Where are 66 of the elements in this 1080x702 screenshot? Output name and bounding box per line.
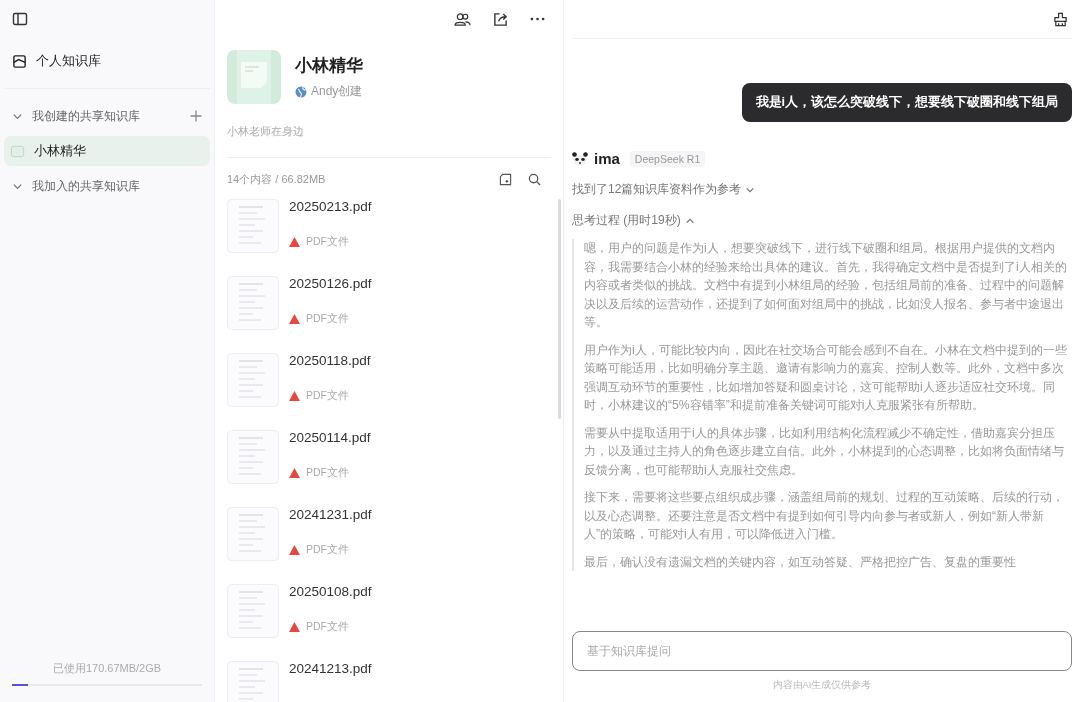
pdf-icon — [289, 237, 300, 247]
file-name: 20241213.pdf — [289, 661, 372, 676]
user-message: 我是i人，该怎么突破线下，想要线下破圈和线下组局 — [741, 83, 1072, 122]
file-type: PDF文件 — [306, 543, 349, 557]
book-icon — [12, 53, 27, 69]
add-file-icon[interactable] — [499, 173, 512, 186]
more-icon[interactable] — [530, 17, 545, 21]
references-toggle[interactable]: 找到了12篇知识库资料作为参考 — [572, 181, 1072, 198]
file-type: PDF文件 — [306, 620, 349, 634]
thinking-toggle[interactable]: 思考过程 (用时19秒) — [572, 212, 1072, 229]
file-name: 20250108.pdf — [289, 584, 372, 599]
members-icon[interactable] — [454, 11, 471, 27]
pdf-icon — [289, 468, 300, 478]
share-icon[interactable] — [493, 11, 508, 27]
knowledge-base-cover-drawing — [227, 50, 281, 104]
creator-label: Andy创建 — [311, 83, 363, 100]
file-type: PDF文件 — [306, 235, 349, 249]
file-item[interactable]: 20250108.pdf PDF文件 — [227, 584, 551, 661]
notebook-icon — [10, 143, 25, 159]
file-type: PDF文件 — [306, 312, 349, 326]
file-item[interactable]: 20241213.pdf — [227, 661, 551, 702]
file-item[interactable]: 20250126.pdf PDF文件 — [227, 276, 551, 353]
thinking-paragraph: 用户作为i人，可能比较内向，因此在社交场合可能会感到不自在。小林在文档中提到的一些策略可能适用，比如明确分享主题、邀请有影响力的嘉宾、控制人数等。此外，文档中多次强调互动环节的重要性，比如增加答疑和圆桌讨论，这可能帮助i人逐步适应社交环境。同时，小林建议的“5%容错率”和提前准备关键词可能对i人克服紧张有所帮助。 — [584, 341, 1068, 414]
storage-usage: 已使用170.67MB/2GB — [51, 661, 163, 676]
pdf-icon — [289, 391, 300, 401]
content-summary: 14个内容 / 66.82MB — [227, 172, 326, 187]
broom-icon[interactable] — [1053, 11, 1068, 27]
thinking-paragraph: 接下来，需要将这些要点组织成步骤，涵盖组局前的规划、过程的互动策略、后续的行动，以及心态调整。还要注意是否文档中有提到如何引导内向参与者或新人，例如“新人带新人”的策略，可能对i人有用，可以降低进入门槛。 — [584, 489, 1065, 543]
knowledge-base-description: 小林老师在身边 — [226, 124, 305, 139]
assistant-name: ima — [594, 150, 620, 167]
add-icon[interactable] — [190, 110, 202, 122]
thinking-paragraph: 需要从中提取适用于i人的具体步骤，比如利用结构化流程减少不确定性，借助嘉宾分担压力，以及通过主持人的角色逐步建立自信。此外，小林提到的心态调整，比如将负面情绪与反馈分离，也可能帮助i人克服社交焦虑。 — [584, 424, 1065, 479]
model-tag: DeepSeek R1 — [629, 150, 706, 167]
panda-logo-icon — [572, 151, 588, 166]
pdf-icon — [289, 545, 300, 555]
document-thumbnail — [227, 430, 279, 484]
thinking-paragraph: 最后，确认没有遗漏文档的关键内容，如互动答疑、严格把控广告、复盘的重要性 — [584, 553, 1017, 571]
globe-icon — [295, 85, 307, 98]
document-thumbnail — [227, 584, 279, 638]
file-name: 20250114.pdf — [289, 430, 371, 445]
file-item[interactable]: 20250213.pdf PDF文件 — [227, 199, 551, 276]
question-input[interactable]: 基于知识库提问 — [572, 631, 1072, 671]
knowledge-base-item[interactable]: 小林精华 — [4, 136, 210, 166]
file-name: 20250213.pdf — [289, 199, 372, 214]
document-thumbnail — [227, 199, 279, 253]
file-item[interactable]: 20250114.pdf PDF文件 — [227, 430, 551, 507]
section-header[interactable]: 我加入的共享知识库 — [4, 167, 210, 205]
document-thumbnail — [227, 276, 279, 330]
sidebar-toggle-icon[interactable] — [12, 11, 28, 27]
file-name: 20241231.pdf — [289, 507, 372, 522]
file-type: PDF文件 — [306, 466, 349, 480]
file-name: 20250118.pdf — [289, 353, 371, 368]
section-header[interactable]: 我创建的共享知识库 — [4, 97, 210, 135]
scrollbar[interactable] — [558, 199, 561, 419]
pdf-icon — [289, 622, 300, 632]
search-icon[interactable] — [528, 173, 541, 186]
thinking-paragraph: 嗯，用户的问题是作为i人，想要突破线下，进行线下破圈和组局。根据用户提供的文档内容，我需要结合小林的经验来给出具体的建议。首先，我得确定文档中是否提到了i人相关的内容或者类似的挑战。文档中有提到小林组局的经验，包括组局前的准备、过程中的问题解决以及后续的运营动作，还提到了如何面对组局中的挑战，比如没人报名、参与者中途退出等。 — [584, 240, 1068, 331]
file-item[interactable]: 20241231.pdf PDF文件 — [227, 507, 551, 584]
knowledge-base-title: 小林精华 — [295, 55, 363, 77]
file-name: 20250126.pdf — [289, 276, 372, 291]
pdf-icon — [289, 314, 300, 324]
file-type: PDF文件 — [306, 389, 349, 403]
document-thumbnail — [227, 507, 279, 561]
file-item[interactable]: 20250118.pdf PDF文件 — [227, 353, 551, 430]
document-thumbnail — [227, 353, 279, 407]
personal-knowledge-base-item[interactable]: 个人知识库 — [4, 38, 210, 84]
